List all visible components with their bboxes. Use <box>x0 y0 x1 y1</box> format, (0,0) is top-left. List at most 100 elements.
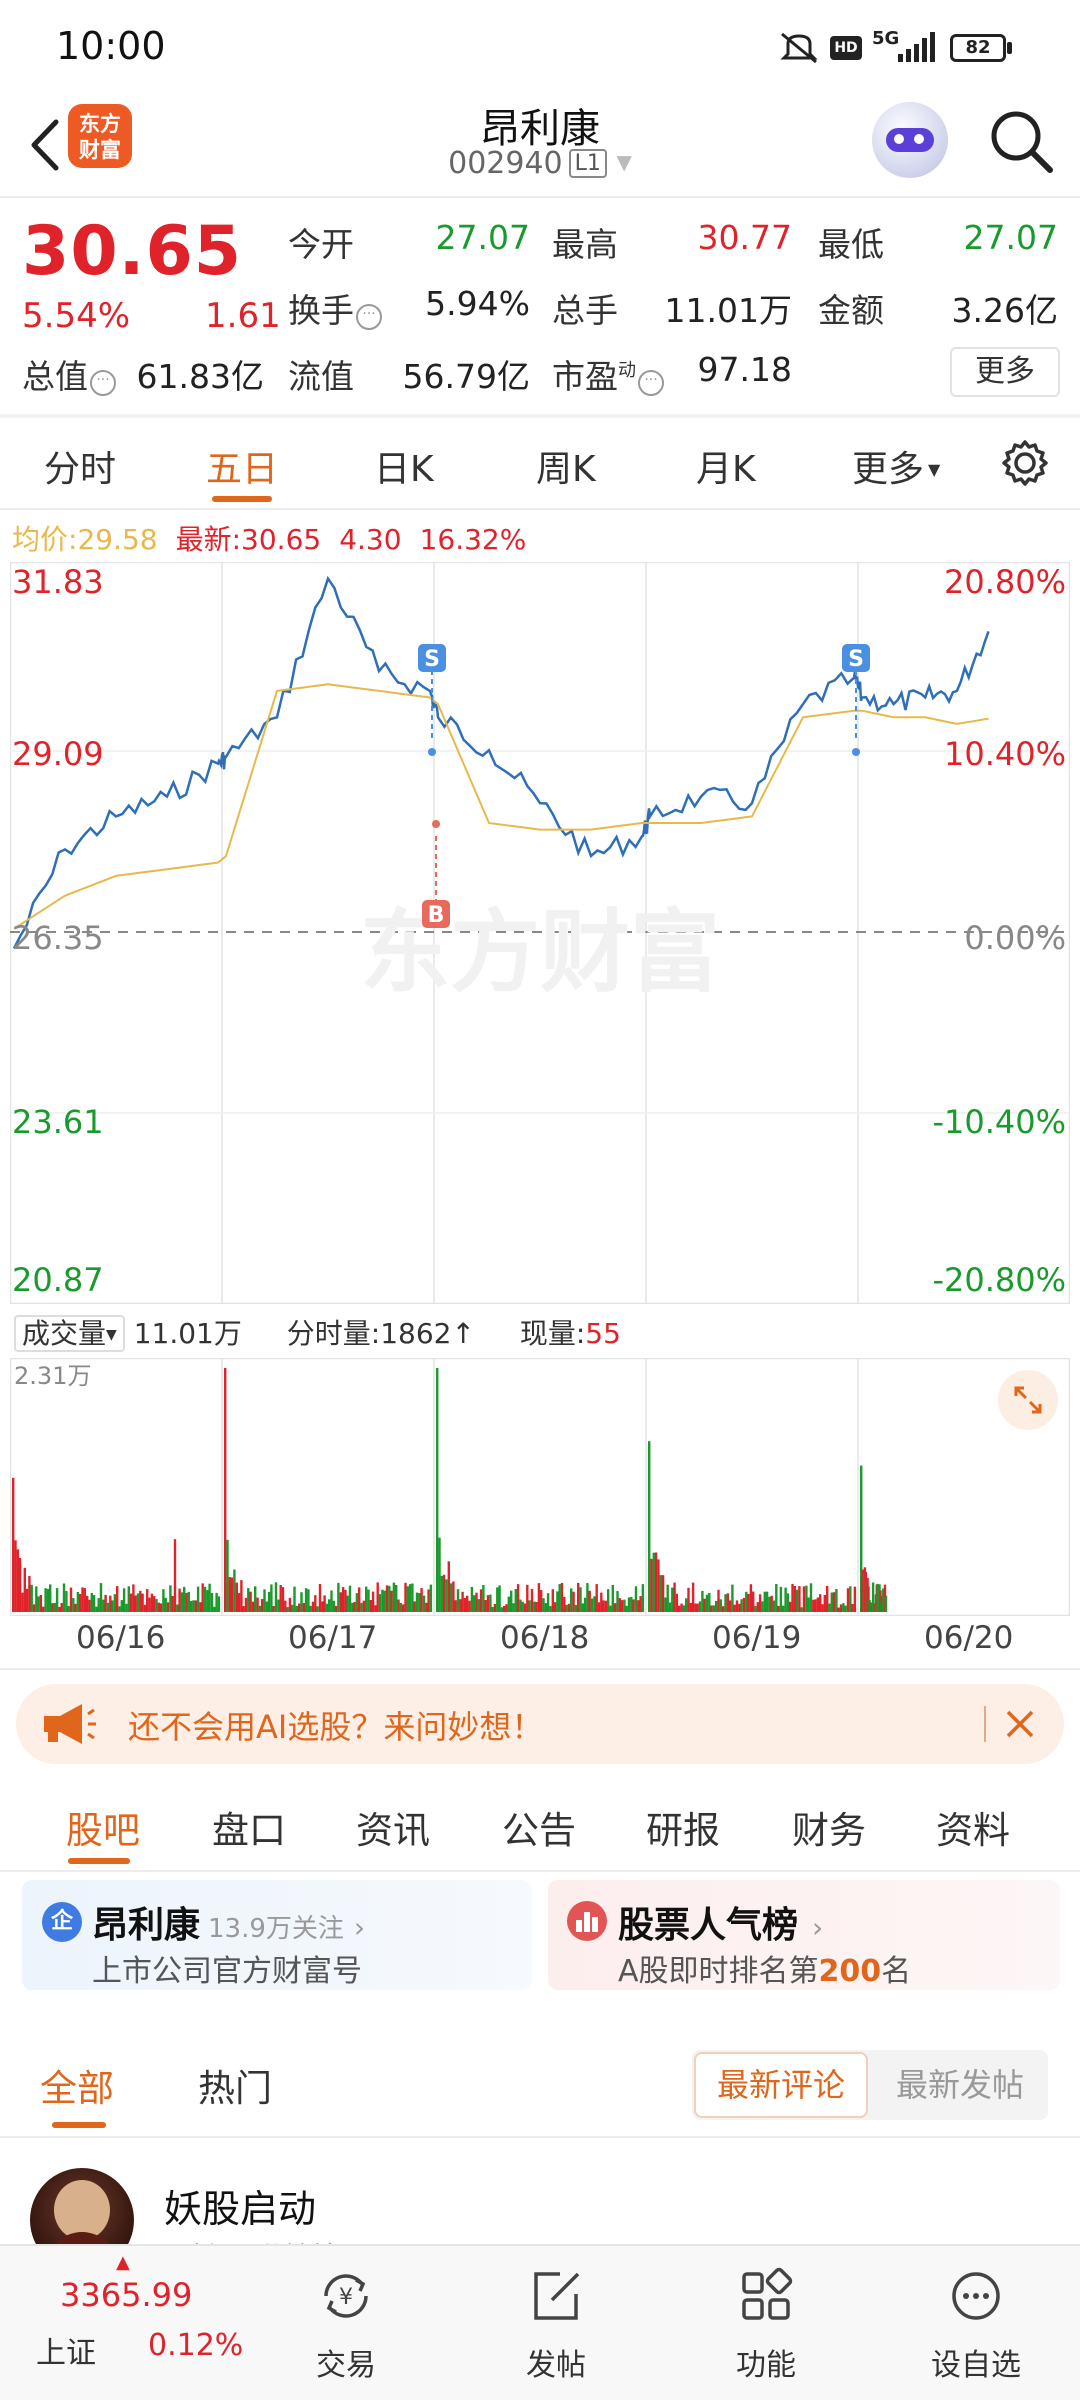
tab-more[interactable]: 更多 ▼ <box>852 440 940 492</box>
volume-bar <box>318 1584 322 1612</box>
search-icon[interactable] <box>986 106 1056 176</box>
volume-bar <box>44 1588 47 1612</box>
tab-news[interactable]: 资讯 <box>356 1800 430 1854</box>
volume-bar <box>418 1593 421 1612</box>
volume-bar <box>671 1587 674 1612</box>
volume-bar <box>65 1591 68 1612</box>
ai-robot-icon[interactable] <box>872 102 948 178</box>
volume-bar <box>717 1589 720 1612</box>
tab-daily-k[interactable]: 日K <box>374 440 434 492</box>
volume-bar <box>627 1597 631 1612</box>
chart-tabs: 分时 五日 日K 周K 月K 更多 ▼ <box>0 418 1080 508</box>
tab-pankou[interactable]: 盘口 <box>212 1800 286 1854</box>
popularity-card[interactable]: 股票人气榜 › A股即时排名第200名 <box>548 1880 1060 1990</box>
volume-bar <box>632 1599 635 1612</box>
volume-bar <box>722 1606 725 1612</box>
volume-bar <box>90 1593 93 1612</box>
turnover-label[interactable]: 换手 ··· <box>288 284 382 332</box>
tab-research[interactable]: 研报 <box>646 1800 720 1854</box>
volume-bar <box>334 1605 338 1612</box>
volume-bar <box>360 1602 363 1612</box>
sort-latest-post[interactable]: 最新发帖 <box>874 2052 1046 2118</box>
volume-bar <box>304 1588 308 1612</box>
tab-finance[interactable]: 财务 <box>792 1800 866 1854</box>
trade-button[interactable]: ¥ 交易 <box>276 2266 416 2386</box>
volume-bar <box>544 1603 547 1612</box>
volume-bar <box>60 1603 63 1612</box>
tab-intraday[interactable]: 分时 <box>44 440 116 492</box>
index-value[interactable]: 3365.99 <box>60 2276 192 2314</box>
latest-price-label: 最新: <box>175 523 242 556</box>
sort-latest-comment[interactable]: 最新评论 <box>694 2052 868 2118</box>
tab-profile[interactable]: 资料 <box>936 1800 1010 1854</box>
tab-weekly-k[interactable]: 周K <box>536 440 596 492</box>
volume-bar <box>479 1589 483 1612</box>
volume-bar <box>814 1599 817 1612</box>
tab-announcements[interactable]: 公告 <box>502 1800 576 1854</box>
tab-all[interactable]: 全部 <box>40 2058 114 2112</box>
volume-bar <box>376 1582 379 1612</box>
volume-bar <box>256 1597 259 1612</box>
volume-bar <box>369 1600 372 1612</box>
volume-bar <box>560 1582 564 1612</box>
volume-bar <box>307 1589 310 1612</box>
index-name[interactable]: 上证 <box>36 2328 96 2372</box>
volume-bar <box>579 1587 582 1612</box>
gear-icon[interactable] <box>1000 438 1050 488</box>
close-icon[interactable] <box>1002 1706 1038 1742</box>
volume-bar <box>14 1540 17 1612</box>
volume-bar <box>355 1593 359 1612</box>
volume-bar <box>442 1574 446 1612</box>
volume-bar <box>607 1589 610 1612</box>
current-price: 30.65 <box>22 212 243 291</box>
market-cap-label[interactable]: 总值 ··· <box>22 350 116 398</box>
five-day-change: 4.30 <box>339 523 402 556</box>
watchlist-button[interactable]: 设自选 <box>906 2266 1046 2386</box>
more-quote-button[interactable]: 更多 <box>950 347 1060 397</box>
post-button[interactable]: 发帖 <box>486 2266 626 2386</box>
post-title[interactable]: 妖股启动 <box>164 2178 316 2233</box>
volume-bar <box>295 1606 298 1612</box>
tab-hot[interactable]: 热门 <box>198 2058 272 2112</box>
volume-bar <box>404 1582 407 1612</box>
volume-bar <box>618 1598 621 1612</box>
volume-bar <box>503 1606 506 1612</box>
volume-bar <box>728 1600 732 1612</box>
marker-dot <box>428 748 436 756</box>
volume-bar <box>30 1584 33 1612</box>
volume-bar <box>258 1605 262 1612</box>
volume-bar <box>445 1579 448 1612</box>
volume-bar <box>429 1584 433 1612</box>
volume-bar <box>828 1603 831 1612</box>
tab-guba[interactable]: 股吧 <box>66 1800 140 1854</box>
volume-bar <box>385 1585 389 1612</box>
tab-five-day[interactable]: 五日 <box>206 440 278 492</box>
market-cap-label-text: 总值 <box>22 357 88 396</box>
volume-bar <box>217 1596 221 1612</box>
volume-bar <box>563 1596 566 1612</box>
volume-bar <box>558 1584 561 1612</box>
price-chart[interactable]: 东方财富 S B S 31.83 29.09 26.35 23.61 20.87 20.80% 10… <box>10 562 1070 1304</box>
volume-chart[interactable]: 2.31万 <box>10 1358 1070 1616</box>
volume-selector-label: 成交量 <box>22 1317 107 1350</box>
volume-selector[interactable]: 成交量▼ <box>14 1315 125 1352</box>
current-volume-label: 现量: <box>519 1317 586 1350</box>
expand-icon[interactable] <box>998 1370 1058 1430</box>
volume-bar <box>756 1602 759 1612</box>
volume-bar <box>25 1588 29 1612</box>
company-card[interactable]: 企 昂利康 13.9万关注 › 上市公司官方财富号 <box>22 1880 532 1990</box>
divider <box>0 1870 1080 1872</box>
volume-bar <box>738 1603 741 1612</box>
volume-bar <box>201 1583 204 1612</box>
tab-monthly-k[interactable]: 月K <box>696 440 756 492</box>
trade-label: 交易 <box>316 2348 376 2383</box>
volume-bar <box>588 1590 591 1612</box>
volume-bar <box>452 1581 455 1612</box>
volume-bar <box>328 1599 331 1612</box>
ai-banner[interactable]: 还不会用AI选股？来问妙想！ <box>16 1684 1064 1764</box>
date-label: 06/16 <box>76 1620 166 1656</box>
pe-label[interactable]: 市盈动 ··· <box>552 350 664 398</box>
volume-bar <box>466 1595 469 1612</box>
functions-button[interactable]: 功能 <box>696 2266 836 2386</box>
volume-bar <box>551 1589 554 1612</box>
